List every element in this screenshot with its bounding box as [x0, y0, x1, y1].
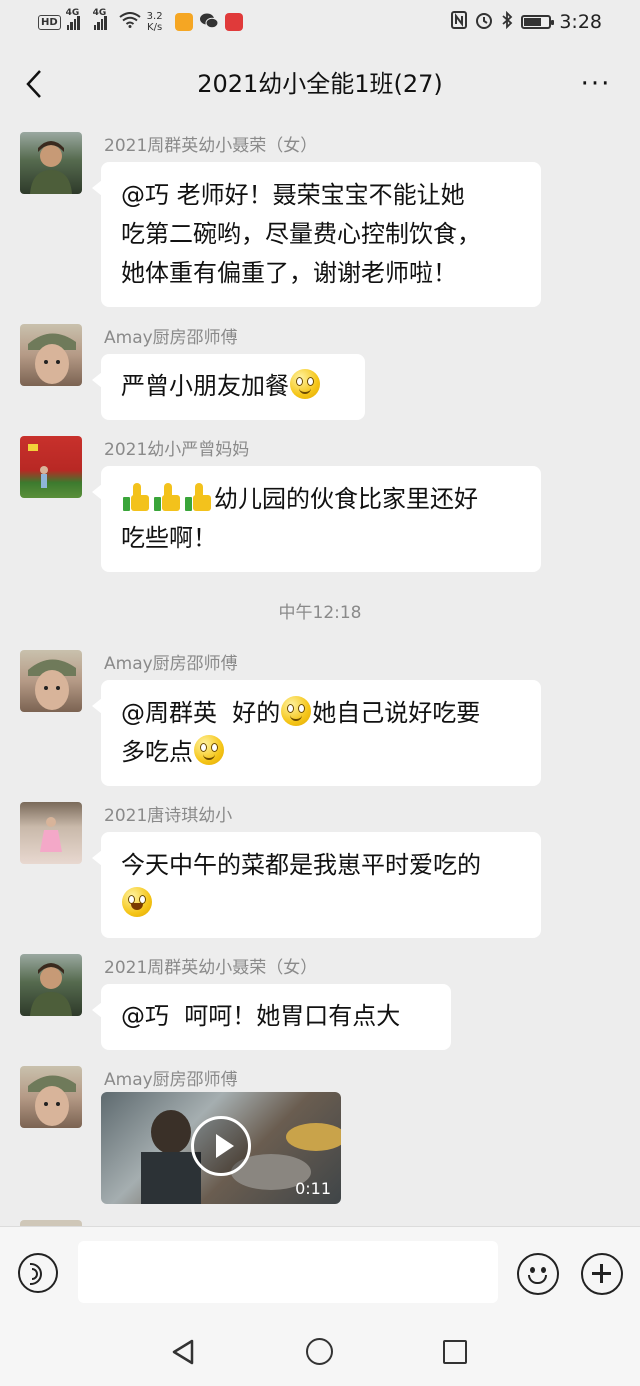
app-notification-icon: [174, 13, 193, 31]
message-text-line: @巧 老师好！聂荣宝宝不能让她: [121, 181, 465, 209]
triangle-back-icon[interactable]: [170, 1338, 196, 1366]
message-text: 严曾小朋友加餐: [121, 372, 289, 400]
thumbs-up-emoji-icon: [152, 481, 182, 513]
avatar[interactable]: [20, 1066, 82, 1128]
time-divider: 中午12:18: [278, 603, 362, 623]
avatar[interactable]: [20, 324, 82, 386]
avatar[interactable]: [20, 650, 82, 712]
sender-name: 2021周群英幼小聂荣（女）: [104, 958, 318, 978]
thumbs-up-emoji-icon: [121, 481, 151, 513]
video-duration: 0:11: [295, 1179, 331, 1198]
voice-icon[interactable]: [18, 1253, 58, 1293]
message-input[interactable]: [78, 1241, 498, 1303]
play-icon[interactable]: [191, 1116, 251, 1176]
thumbs-up-emoji-icon: [183, 481, 213, 513]
plus-icon[interactable]: [581, 1253, 623, 1295]
smile-emoji-icon: [194, 735, 224, 765]
sender-name: Amay厨房邵师傅: [104, 328, 238, 348]
more-options-button[interactable]: ···: [576, 66, 616, 102]
alarm-icon: [475, 11, 493, 34]
message-text-line: 吃些啊！: [121, 524, 217, 552]
message-bubble[interactable]: 幼儿园的伙食比家里还好 吃些啊！: [92, 466, 541, 572]
chat-title: 2021幼小全能1班(27): [197, 70, 443, 98]
message-text-line: 幼儿园的伙食比家里还好: [121, 480, 521, 519]
avatar[interactable]: [20, 132, 82, 194]
smile-emoji-icon: [290, 369, 320, 399]
sender-name: 2021唐诗琪幼小: [104, 806, 233, 826]
status-right: 3:28: [451, 8, 602, 36]
message-text: @巧 呵呵！她胃口有点大: [121, 1002, 401, 1030]
square-recent-icon[interactable]: [443, 1340, 467, 1364]
message-text: 幼儿园的伙食比家里还好: [214, 485, 478, 513]
message-text-line: 她体重有偏重了，谢谢老师啦！: [121, 259, 457, 287]
bluetooth-icon: [501, 10, 513, 34]
chat-message-list[interactable]: 2021周群英幼小聂荣（女） @巧 老师好！聂荣宝宝不能让她 吃第二碗哟，尽量费…: [0, 124, 640, 1226]
emoji-icon[interactable]: [517, 1253, 559, 1295]
grin-emoji-icon: [122, 887, 152, 917]
battery-icon: [521, 15, 555, 29]
sender-name: Amay厨房邵师傅: [104, 1070, 238, 1090]
system-nav-bar: [0, 1316, 640, 1386]
status-left: HD 4G 4G 3.2 K/s: [38, 8, 243, 36]
message-bubble[interactable]: 严曾小朋友加餐: [92, 354, 365, 420]
nfc-icon: [451, 10, 468, 34]
message-text-line: [121, 885, 521, 924]
message-text-line: 多吃点: [121, 733, 521, 772]
wifi-icon: [119, 12, 141, 32]
smile-emoji-icon: [281, 696, 312, 726]
avatar[interactable]: [20, 436, 82, 498]
signal-icon: 4G: [66, 8, 80, 30]
message-text: @周群英 好的: [121, 699, 281, 727]
sender-name: 2021幼小严曾妈妈: [104, 440, 250, 460]
input-bar: [0, 1226, 640, 1317]
video-message[interactable]: 0:11: [101, 1092, 341, 1204]
message-bubble[interactable]: @巧 老师好！聂荣宝宝不能让她 吃第二碗哟，尽量费心控制饮食， 她体重有偏重了，…: [92, 162, 541, 307]
message-text-line: 今天中午的菜都是我崽平时爱吃的: [121, 851, 481, 879]
circle-home-icon[interactable]: [306, 1338, 333, 1365]
sender-name: Amay厨房邵师傅: [104, 654, 238, 674]
avatar[interactable]: [20, 954, 82, 1016]
status-time: 3:28: [559, 11, 602, 33]
status-bar: HD 4G 4G 3.2 K/s 3:28: [0, 0, 640, 44]
message-bubble[interactable]: @周群英 好的 她自己说好吃要 多吃点: [92, 680, 541, 786]
message-text-line: @周群英 好的 她自己说好吃要: [121, 694, 521, 733]
message-bubble[interactable]: @巧 呵呵！她胃口有点大: [92, 984, 451, 1050]
sender-name: 2021周群英幼小聂荣（女）: [104, 136, 318, 156]
chat-header: 2021幼小全能1班(27) ···: [0, 44, 640, 124]
news-app-icon: [224, 13, 243, 31]
hd-badge: HD: [38, 14, 61, 30]
message-text: 她自己说好吃要: [312, 699, 481, 727]
message-text: 多吃点: [121, 738, 193, 766]
wechat-icon: [199, 12, 219, 33]
network-speed: 3.2 K/s: [146, 11, 163, 33]
message-bubble[interactable]: 今天中午的菜都是我崽平时爱吃的: [92, 832, 541, 938]
avatar[interactable]: [20, 802, 82, 864]
signal-icon: 4G: [93, 8, 107, 30]
message-text-line: 吃第二碗哟，尽量费心控制饮食，: [121, 220, 481, 248]
